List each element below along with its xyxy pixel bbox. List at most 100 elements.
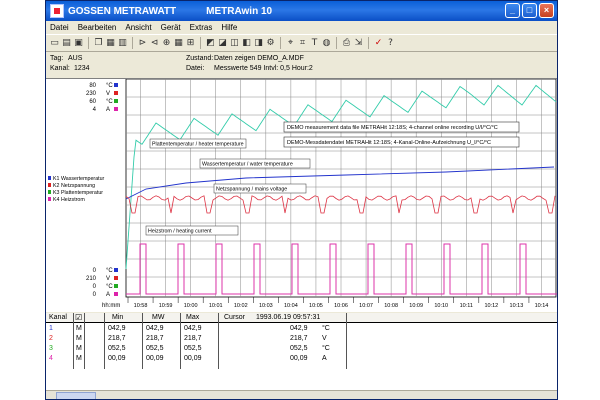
table-cell: 2 bbox=[49, 335, 53, 342]
scrollbar-thumb[interactable] bbox=[56, 392, 96, 399]
info-bar: Tag: AUS Kanal: 1234 Zustand: Daten zeig… bbox=[46, 52, 557, 79]
text-icon[interactable]: T bbox=[309, 38, 320, 49]
scale-marker-blue bbox=[114, 268, 118, 272]
table-cell: 052,5 bbox=[184, 345, 202, 352]
table-cell: 042,9 bbox=[146, 325, 164, 332]
copy-icon[interactable]: ❐ bbox=[93, 38, 104, 49]
datei-value: Messwerte 549 Intvl: 0,5 Hour:2 bbox=[214, 65, 313, 72]
y-bottom-unit-4: A bbox=[106, 292, 110, 298]
legend-swatch bbox=[48, 197, 51, 201]
menu-hilfe[interactable]: Hilfe bbox=[221, 23, 237, 32]
tag-value: AUS bbox=[68, 55, 83, 62]
grid bbox=[126, 79, 556, 297]
measure-tool-icon[interactable]: ✓ bbox=[373, 38, 384, 49]
minimize-button[interactable]: _ bbox=[505, 3, 520, 18]
graph-icon[interactable]: ◪ bbox=[217, 38, 228, 49]
start-icon[interactable]: ⊳ bbox=[137, 38, 148, 49]
horizontal-scrollbar[interactable] bbox=[46, 390, 557, 399]
cursor-icon[interactable]: ⌗ bbox=[297, 38, 308, 49]
device-icon[interactable]: ◫ bbox=[229, 38, 240, 49]
scale-marker-pink bbox=[114, 292, 118, 296]
time-tick-label: 10:09 bbox=[409, 303, 423, 309]
lock-icon[interactable]: ◍ bbox=[321, 38, 332, 49]
table-cell: 00,09 bbox=[108, 355, 126, 362]
table-cell: 052,5 bbox=[146, 345, 164, 352]
y-bottom-value-4: 0 bbox=[93, 292, 97, 298]
table-cell: 042,9 bbox=[290, 325, 308, 332]
chart-icon[interactable]: ◩ bbox=[205, 38, 216, 49]
table-cell: M bbox=[76, 335, 82, 342]
time-tick-label: 10:07 bbox=[359, 303, 373, 309]
new-file-icon[interactable]: ▭ bbox=[49, 38, 60, 49]
check-icon[interactable]: ☑ bbox=[75, 313, 82, 322]
cursor-time: 1993.06.19 09:57:31 bbox=[256, 314, 321, 321]
datei-label: Datei: bbox=[186, 65, 205, 72]
y-top-unit-4: A bbox=[106, 107, 110, 113]
y-top-value-1: 80 bbox=[89, 83, 96, 89]
zoom-icon[interactable]: ⊕ bbox=[161, 38, 172, 49]
menu-extras[interactable]: Extras bbox=[190, 23, 213, 32]
open-folder-icon[interactable]: ▤ bbox=[61, 38, 72, 49]
table-cell: 1 bbox=[49, 325, 53, 332]
tag-label: Tag: bbox=[50, 55, 64, 62]
legend-swatch bbox=[48, 183, 51, 187]
col-mw: MW bbox=[152, 314, 165, 321]
print-icon[interactable]: ⎙ bbox=[341, 38, 352, 49]
maximize-button[interactable]: □ bbox=[522, 3, 537, 18]
table-cell: °C bbox=[322, 325, 330, 332]
menu-geraet[interactable]: Gerät bbox=[161, 23, 181, 32]
table-cell: 218,7 bbox=[184, 335, 202, 342]
menu-ansicht[interactable]: Ansicht bbox=[125, 23, 151, 32]
export-icon[interactable]: ⇲ bbox=[353, 38, 364, 49]
time-tick-label: 10:12 bbox=[484, 303, 498, 309]
title-bar[interactable]: GOSSEN METRAWATT METRAwin 10 _ □ × bbox=[46, 1, 557, 21]
time-tick-label: 10:59 bbox=[159, 303, 173, 309]
print-preview-icon[interactable]: ▥ bbox=[117, 38, 128, 49]
recording-chart[interactable]: 80 230 60 4 °C V °C A 0 210 0 0 °C V °C … bbox=[46, 78, 557, 312]
y-top-unit-3: °C bbox=[106, 99, 113, 105]
menu-datei[interactable]: Datei bbox=[50, 23, 69, 32]
time-tick-label: 10:03 bbox=[259, 303, 273, 309]
table-cell: 218,7 bbox=[146, 335, 164, 342]
menu-bearbeiten[interactable]: Bearbeiten bbox=[78, 23, 117, 32]
channel-legend: K1 WassertemperaturK2 NetzspannungK3 Pla… bbox=[48, 176, 105, 203]
marker-icon[interactable]: ⌖ bbox=[285, 38, 296, 49]
measure-icon[interactable]: ◨ bbox=[253, 38, 264, 49]
menu-bar: Datei Bearbeiten Ansicht Gerät Extras Hi… bbox=[46, 21, 557, 34]
kanal-label: Kanal: bbox=[50, 65, 70, 72]
table-cell: M bbox=[76, 325, 82, 332]
annotation-box-de-text: DEMO-Messdatendatei METRAHit 12:18S; 4-K… bbox=[287, 140, 491, 146]
annotation-box-en-text: DEMO measurement data file METRAHit 12:1… bbox=[287, 125, 498, 131]
y-top-value-3: 60 bbox=[89, 99, 96, 105]
time-tick-label: 10:04 bbox=[284, 303, 298, 309]
y-scale-top: 80 230 60 4 °C V °C A bbox=[86, 83, 118, 113]
help-icon[interactable]: ? bbox=[385, 38, 396, 49]
step-icon[interactable]: ⊲ bbox=[149, 38, 160, 49]
save-icon[interactable]: ▣ bbox=[73, 38, 84, 49]
mains-label: Netzspannung / mains voltage bbox=[216, 187, 287, 193]
table-cell: 042,9 bbox=[108, 325, 126, 332]
y-bottom-unit-3: °C bbox=[106, 284, 113, 290]
legend-label: K2 Netzspannung bbox=[53, 183, 95, 189]
grid-icon[interactable]: ⊞ bbox=[185, 38, 196, 49]
settings-icon[interactable]: ⚙ bbox=[265, 38, 276, 49]
y-bottom-unit-1: °C bbox=[106, 268, 113, 274]
time-tick-label: 10:11 bbox=[460, 303, 473, 309]
time-tick-label: 10:13 bbox=[510, 303, 524, 309]
y-bottom-value-3: 0 bbox=[93, 284, 97, 290]
water-label: Wassertemperatur / water temperature bbox=[202, 162, 293, 168]
window-title: METRAwin 10 bbox=[206, 5, 273, 17]
channel-icon[interactable]: ◧ bbox=[241, 38, 252, 49]
col-kanal: Kanal bbox=[49, 314, 67, 321]
col-min: Min bbox=[112, 314, 124, 321]
table-cell: 3 bbox=[49, 345, 53, 352]
table-header: Kanal ☑ Min MW Max Cursor 1993.06.19 09:… bbox=[46, 313, 557, 323]
table-cell: 052,5 bbox=[108, 345, 126, 352]
y-scale-bottom: 0 210 0 0 °C V °C A bbox=[86, 268, 118, 298]
paste-icon[interactable]: ▦ bbox=[105, 38, 116, 49]
close-button[interactable]: × bbox=[539, 3, 554, 18]
y-top-value-2: 230 bbox=[86, 91, 97, 97]
table-cell: 00,09 bbox=[290, 355, 308, 362]
y-bottom-value-2: 210 bbox=[86, 276, 97, 282]
table-icon[interactable]: ▦ bbox=[173, 38, 184, 49]
